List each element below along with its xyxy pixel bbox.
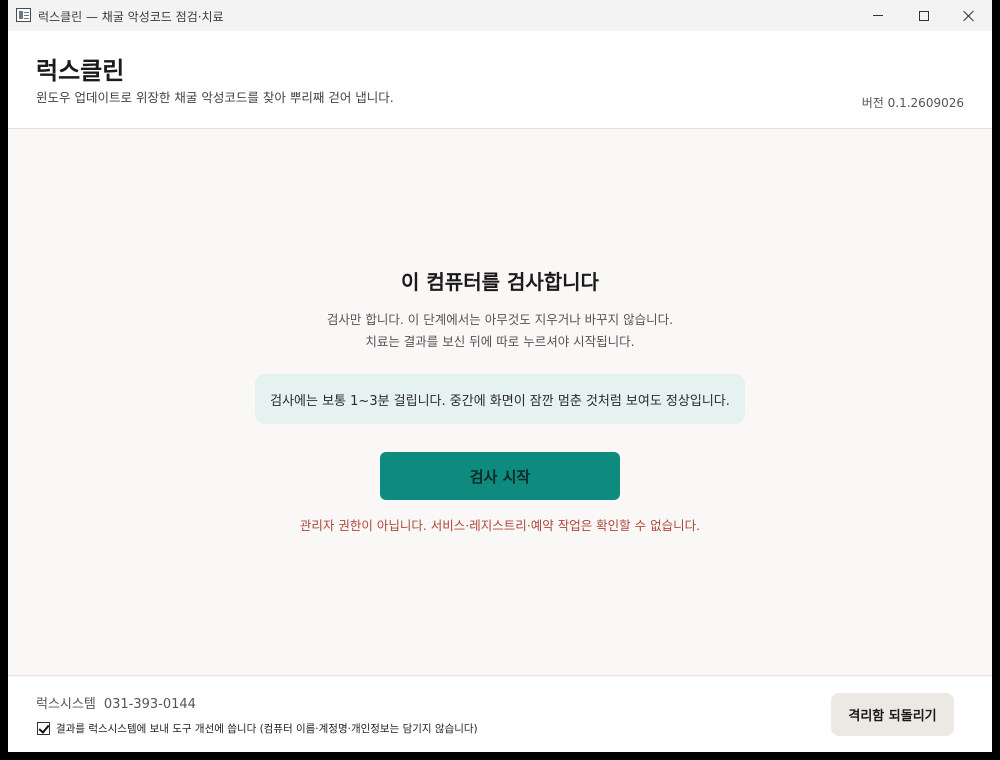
company-name: 럭스시스템 [36,697,96,712]
window-title: 럭스클린 — 채굴 악성코드 점검·치료 [38,10,224,24]
scan-panel: 이 컴퓨터를 검사합니다 검사만 합니다. 이 단계에서는 아무것도 지우거나 … [8,129,992,676]
checkbox-checked-icon[interactable] [37,722,50,735]
maximize-icon [919,10,929,21]
close-icon [963,10,975,22]
app-tagline: 윈도우 업데이트로 위장한 채굴 악성코드를 찾아 뿌리째 걷어 냅니다. [36,90,394,105]
start-scan-button[interactable]: 검사 시작 [380,452,620,500]
app-name: 럭스클린 [36,57,125,85]
page-title: 이 컴퓨터를 검사합니다 [401,270,599,294]
close-button[interactable] [946,0,992,31]
minimize-icon [873,15,883,16]
app-footer: 럭스시스템 031-393-0144 결과를 럭스시스템에 보내 도구 개선에 씁… [8,677,992,752]
version-label: 버전 0.1.2609026 [861,96,964,110]
maximize-button[interactable] [901,0,947,31]
admin-warning: 관리자 권한이 아닙니다. 서비스·레지스트리·예약 작업은 확인할 수 없습니… [299,518,701,533]
scan-description-line1: 검사만 합니다. 이 단계에서는 아무것도 지우거나 바꾸지 않습니다. [326,312,674,327]
restore-quarantine-button[interactable]: 격리함 되돌리기 [831,693,954,736]
app-window: 럭스클린 — 채굴 악성코드 점검·치료 럭스클린 윈도우 업데이트로 위장한 … [8,0,992,752]
company-phone: 031-393-0144 [103,697,196,712]
company-info: 럭스시스템 031-393-0144 [36,693,196,712]
scan-info-notice: 검사에는 보통 1~3분 걸립니다. 중간에 화면이 잠깐 멈춘 것처럼 보여도… [255,374,745,424]
telemetry-consent-label: 결과를 럭스시스템에 보내 도구 개선에 씁니다 (컴퓨터 이름·계정명·개인정… [56,723,478,735]
minimize-button[interactable] [855,0,901,31]
title-bar[interactable]: 럭스클린 — 채굴 악성코드 점검·치료 [8,0,992,31]
app-header: 럭스클린 윈도우 업데이트로 위장한 채굴 악성코드를 찾아 뿌리째 걷어 냅니… [8,31,992,129]
app-window-icon [16,8,31,22]
telemetry-consent[interactable]: 결과를 럭스시스템에 보내 도구 개선에 씁니다 (컴퓨터 이름·계정명·개인정… [37,721,478,736]
scan-description-line2: 치료는 결과를 보신 뒤에 따로 누르셔야 시작됩니다. [365,334,635,349]
